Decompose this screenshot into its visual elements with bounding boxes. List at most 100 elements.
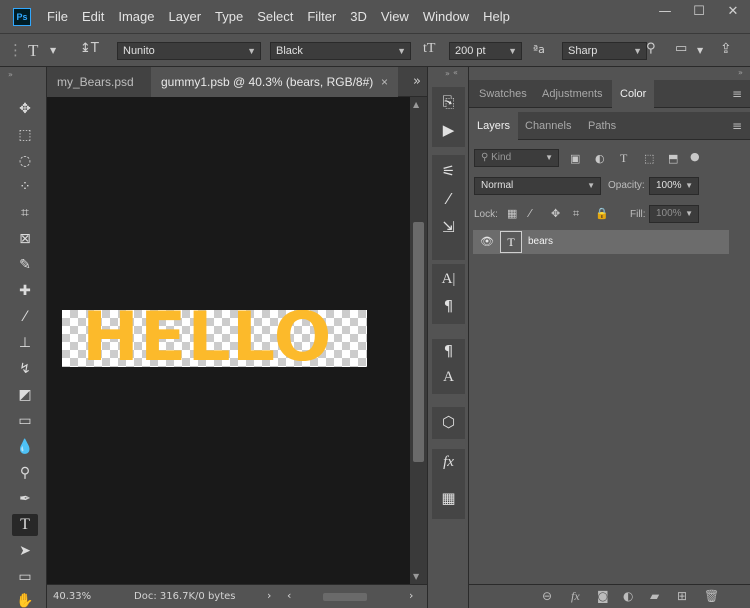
dodge-tool-icon[interactable]: ⚲ <box>12 462 38 484</box>
frame-tool-icon[interactable]: ⊠ <box>12 228 38 250</box>
filter-type-icon[interactable]: T <box>620 151 627 166</box>
rectangle-tool-icon[interactable]: ▭ <box>12 566 38 588</box>
close-icon[interactable]: ✕ <box>716 0 750 24</box>
history-icon[interactable]: ⎘ <box>432 93 465 111</box>
type-tool-icon[interactable]: T <box>12 514 38 536</box>
tab-bears-psd[interactable]: my_Bears.psd <box>47 67 152 97</box>
panel-menu-icon[interactable]: ≡ <box>732 119 742 133</box>
scroll-down-icon[interactable]: ▼ <box>413 572 419 581</box>
fill-input[interactable]: 100% ▼ <box>649 205 699 223</box>
delete-layer-icon[interactable]: 🗑 <box>704 589 719 603</box>
libraries-icon[interactable]: ▦ <box>432 489 465 507</box>
quick-selection-tool-icon[interactable]: ⁘ <box>12 176 38 198</box>
fx-icon[interactable]: fx <box>432 454 465 471</box>
brush-settings-icon[interactable]: ⇲ <box>432 218 465 236</box>
filter-adjustment-icon[interactable]: ◐ <box>595 152 605 165</box>
tab-paths[interactable]: Paths <box>580 112 624 140</box>
collapse-panels-icon[interactable]: » <box>738 68 743 77</box>
layer-row[interactable]: 👁 T bears <box>473 230 729 254</box>
3d-cube-icon[interactable]: ⬡ <box>432 413 465 431</box>
brush-tool-icon[interactable]: ⁄ <box>12 306 38 328</box>
hand-tool-icon[interactable]: ✋ <box>12 590 38 608</box>
gradient-tool-icon[interactable]: ▭ <box>12 410 38 432</box>
filter-toggle-icon[interactable]: ● <box>690 150 700 163</box>
lock-position-icon[interactable]: ✥ <box>551 207 560 220</box>
paragraph-icon[interactable]: ¶ <box>432 297 465 315</box>
lock-transparent-icon[interactable]: ▦ <box>507 207 517 220</box>
blend-mode-select[interactable]: Normal ▼ <box>474 177 601 195</box>
font-family-select[interactable]: Nunito ▼ <box>117 42 261 60</box>
history-brush-tool-icon[interactable]: ↯ <box>12 358 38 380</box>
layer-kind-filter[interactable]: ⚲ Kind ▼ <box>474 149 559 167</box>
vertical-scrollbar[interactable]: ▲ ▼ <box>410 97 427 584</box>
opacity-input[interactable]: 100% ▼ <box>649 177 699 195</box>
scroll-up-icon[interactable]: ▲ <box>413 100 419 109</box>
character-styles-icon[interactable]: A <box>432 369 465 386</box>
antialias-select[interactable]: Sharp ▼ <box>562 42 647 60</box>
properties-icon[interactable]: ⚟ <box>432 162 465 180</box>
character-icon[interactable]: A| <box>432 271 465 288</box>
path-selection-tool-icon[interactable]: ➤ <box>12 540 38 562</box>
add-mask-icon[interactable]: ◙ <box>597 589 609 603</box>
eraser-tool-icon[interactable]: ◩ <box>12 384 38 406</box>
menu-3d[interactable]: 3D <box>343 9 374 24</box>
zoom-level[interactable]: 40.33% <box>53 591 91 602</box>
menu-type[interactable]: Type <box>208 9 250 24</box>
brushes-icon[interactable]: ⁄ <box>432 190 465 208</box>
menu-help[interactable]: Help <box>476 9 517 24</box>
new-group-icon[interactable]: ▰ <box>650 589 659 603</box>
horizontal-scrollbar-thumb[interactable] <box>323 593 367 601</box>
tab-gummy1-psb[interactable]: gummy1.psb @ 40.3% (bears, RGB/8#) × <box>151 67 398 97</box>
canvas-area[interactable]: HELLO <box>47 97 410 584</box>
menu-edit[interactable]: Edit <box>75 9 111 24</box>
type-tool-preset-icon[interactable]: T <box>28 41 38 61</box>
menu-layer[interactable]: Layer <box>162 9 209 24</box>
font-size-select[interactable]: 200 pt ▼ <box>449 42 522 60</box>
tab-channels[interactable]: Channels <box>517 112 579 140</box>
tab-color[interactable]: Color <box>612 80 655 108</box>
tab-swatches[interactable]: Swatches <box>471 80 535 108</box>
add-style-fx-icon[interactable]: fx <box>571 589 580 604</box>
text-orientation-icon[interactable]: ↨T <box>80 41 99 56</box>
panel-menu-icon[interactable]: ≡ <box>732 87 742 101</box>
filter-shape-icon[interactable]: ⬚ <box>644 152 654 165</box>
pen-tool-icon[interactable]: ✒ <box>12 488 38 510</box>
share-icon[interactable]: ⇪ <box>720 41 732 57</box>
maximize-icon[interactable]: ☐ <box>682 0 716 24</box>
tab-overflow-icon[interactable]: » <box>413 74 421 89</box>
lasso-tool-icon[interactable]: ◌ <box>12 150 38 172</box>
paragraph-styles-icon[interactable]: ¶ <box>432 342 465 360</box>
eyedropper-tool-icon[interactable]: ✎ <box>12 254 38 276</box>
filter-smart-object-icon[interactable]: ⬒ <box>668 152 678 165</box>
expand-panels-icon[interactable]: « <box>453 68 458 77</box>
marquee-tool-icon[interactable]: ⬚ <box>12 124 38 146</box>
collapse-icon[interactable]: » <box>8 70 13 79</box>
eye-icon[interactable]: 👁 <box>480 235 494 248</box>
crop-tool-icon[interactable]: ⌗ <box>12 202 38 224</box>
new-adjustment-icon[interactable]: ◐ <box>623 589 633 603</box>
scrollbar-thumb[interactable] <box>413 222 424 462</box>
document-canvas[interactable]: HELLO <box>62 310 367 367</box>
lock-image-icon[interactable]: ⁄ <box>529 207 531 220</box>
chevron-down-icon[interactable]: ▼ <box>697 46 703 55</box>
lock-artboard-icon[interactable]: ⌗ <box>573 207 579 221</box>
filter-pixel-icon[interactable]: ▣ <box>570 152 580 165</box>
menu-select[interactable]: Select <box>250 9 300 24</box>
scroll-right-icon[interactable]: › <box>409 589 413 602</box>
menu-window[interactable]: Window <box>416 9 476 24</box>
clone-stamp-tool-icon[interactable]: ⊥ <box>12 332 38 354</box>
tab-layers[interactable]: Layers <box>469 112 519 140</box>
lock-all-icon[interactable]: 🔒 <box>595 207 609 220</box>
menu-view[interactable]: View <box>374 9 416 24</box>
move-tool-icon[interactable]: ✥ <box>12 98 38 120</box>
actions-play-icon[interactable]: ▶ <box>432 121 465 139</box>
scroll-left-icon[interactable]: ‹ <box>287 589 291 602</box>
link-layers-icon[interactable]: ⊖ <box>542 589 552 603</box>
close-tab-icon[interactable]: × <box>381 67 388 97</box>
workspace-icon[interactable]: ▭ <box>675 41 687 56</box>
new-layer-icon[interactable]: ⊞ <box>677 589 687 603</box>
search-icon[interactable]: ⚲ <box>646 41 656 56</box>
minimize-icon[interactable]: — <box>648 0 682 24</box>
menu-file[interactable]: File <box>40 9 75 24</box>
chevron-down-icon[interactable]: ▼ <box>50 46 56 55</box>
